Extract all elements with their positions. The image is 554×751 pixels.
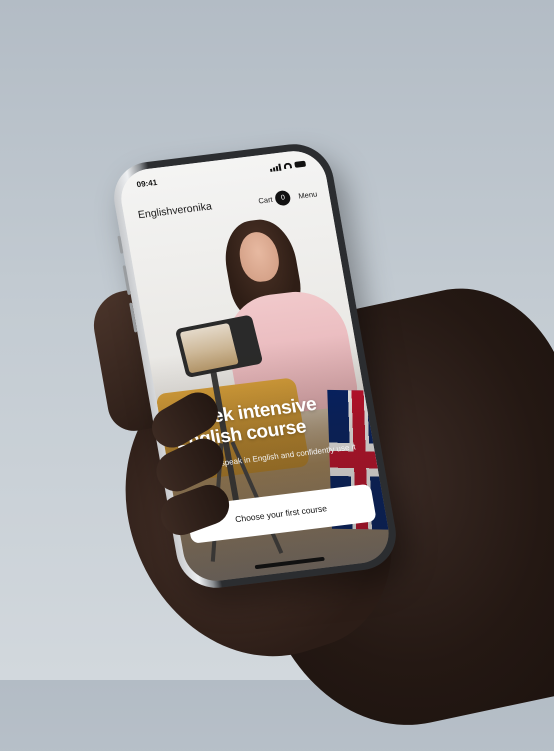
signal-icon bbox=[269, 163, 282, 172]
battery-icon bbox=[294, 160, 307, 168]
status-icons bbox=[269, 160, 307, 172]
phone-side-button bbox=[117, 235, 124, 254]
cart-label: Cart bbox=[257, 194, 274, 206]
cart-count-badge: 0 bbox=[274, 189, 292, 206]
menu-button[interactable]: Menu bbox=[298, 189, 318, 200]
wifi-icon bbox=[283, 162, 293, 170]
nav-actions: Cart 0 Menu bbox=[257, 186, 318, 208]
brand-logo[interactable]: Englishveronika bbox=[137, 200, 213, 221]
status-time: 09:41 bbox=[135, 177, 158, 189]
cart-button[interactable]: Cart 0 bbox=[257, 189, 292, 208]
